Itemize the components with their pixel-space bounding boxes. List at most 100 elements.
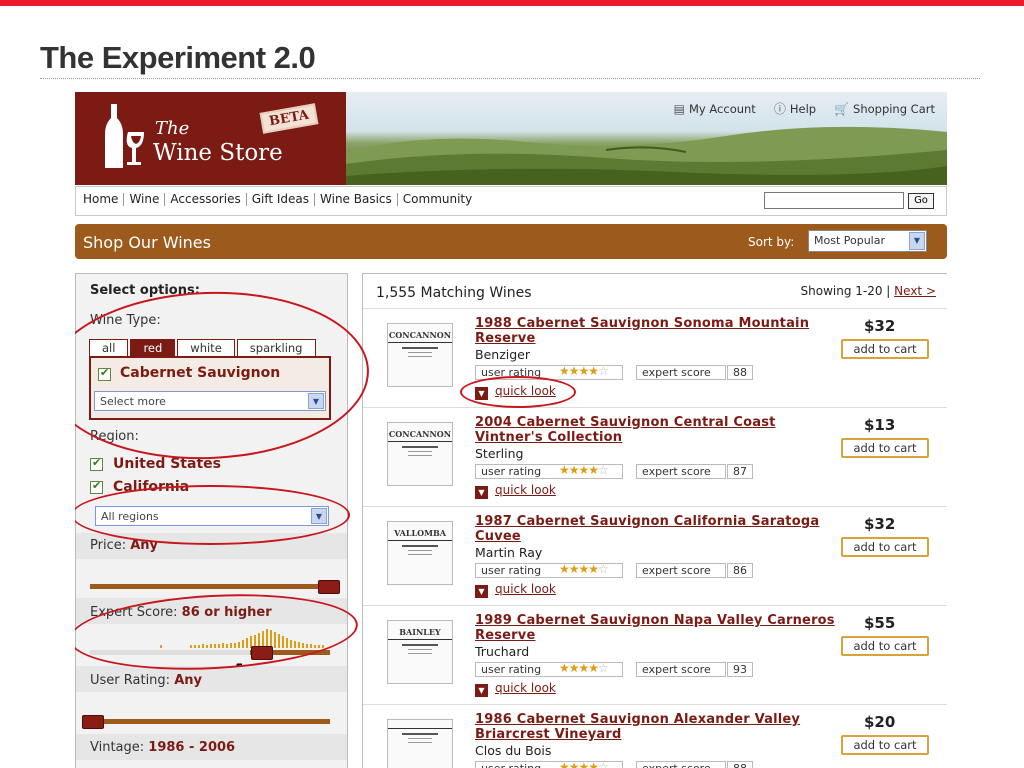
sort-label: Sort by: <box>748 235 795 249</box>
shop-title: Shop Our Wines <box>83 233 211 252</box>
wine-title-link[interactable]: 1989 Cabernet Sauvignon Napa Valley Carn… <box>475 613 845 643</box>
add-to-cart-button[interactable]: add to cart <box>841 537 929 557</box>
shopping-cart-link[interactable]: 🛒 Shopping Cart <box>834 100 935 117</box>
user-rating-box: user rating ★★★★☆ <box>475 463 623 479</box>
tab-all[interactable]: all <box>89 339 129 356</box>
wine-label-thumbnail[interactable]: CONCANNON <box>387 422 453 486</box>
results-paging: Showing 1-20 | Next > <box>801 284 937 298</box>
expert-score-value: 87 <box>727 464 753 479</box>
expert-score-value: 93 <box>727 662 753 677</box>
sidebar-heading: Select options: <box>90 283 200 298</box>
tab-white[interactable]: white <box>177 339 235 356</box>
chevron-down-icon[interactable]: ▼ <box>311 508 327 524</box>
united-states-checkbox[interactable] <box>90 456 103 471</box>
wine-title-link[interactable]: 1987 Cabernet Sauvignon California Sarat… <box>475 514 845 544</box>
wine-label-text <box>388 726 452 729</box>
cabernet-label: Cabernet Sauvignon <box>120 365 281 381</box>
help-link[interactable]: ⓘ Help <box>774 100 816 117</box>
go-button[interactable]: Go <box>908 193 934 209</box>
wine-label-thumbnail[interactable]: VALLOMBA <box>387 521 453 585</box>
wine-label-thumbnail[interactable]: CONCANNON <box>387 323 453 387</box>
wine-row: CONCANNON 2004 Cabernet Sauvignon Central… <box>363 407 947 507</box>
expert-score-box: expert score <box>636 365 726 380</box>
user-rating-filter-label: User Rating: Any <box>90 673 202 688</box>
sort-value: Most Popular <box>814 234 886 247</box>
wine-label-thumbnail[interactable]: BAINLEY <box>387 620 453 684</box>
select-more-dropdown[interactable]: Select more ▼ <box>94 391 326 411</box>
showing-text: Showing 1-20 | <box>800 284 891 298</box>
wine-title-link[interactable]: 2004 Cabernet Sauvignon Central Coast Vi… <box>475 415 845 445</box>
wine-label-text: CONCANNON <box>388 330 452 343</box>
chevron-down-icon[interactable]: ▼ <box>475 684 488 697</box>
expert-filter-label: Expert Score: 86 or higher <box>90 605 272 620</box>
user-rating-text: user rating <box>481 366 542 379</box>
user-rating-box: user rating ★★★★☆ <box>475 562 623 578</box>
search-input[interactable] <box>764 192 904 209</box>
user-rating-slider-track[interactable] <box>90 719 330 724</box>
nav-home[interactable]: Home <box>83 193 123 206</box>
chevron-down-icon[interactable]: ▼ <box>909 232 925 250</box>
user-rating-slider-handle[interactable] <box>82 715 104 729</box>
region-label: Region: <box>90 429 139 444</box>
add-to-cart-button[interactable]: add to cart <box>841 636 929 656</box>
california-label: California <box>113 479 190 495</box>
quick-look-link[interactable]: quick look <box>495 483 556 497</box>
logo[interactable]: The Wine Store BETA <box>75 92 346 185</box>
quick-look-link[interactable]: quick look <box>495 582 556 596</box>
next-page-link[interactable]: Next > <box>894 284 936 298</box>
expert-slider-handle[interactable] <box>251 646 273 660</box>
cabernet-checkbox[interactable] <box>98 366 111 381</box>
chevron-down-icon[interactable]: ▼ <box>475 585 488 598</box>
nav-wine-basics[interactable]: Wine Basics <box>314 193 397 206</box>
shop-bar: Shop Our Wines Sort by: Most Popular ▼ <box>75 224 947 259</box>
add-to-cart-button[interactable]: add to cart <box>841 735 929 755</box>
tab-red[interactable]: red <box>130 339 176 356</box>
filter-sidebar: Select options: Wine Type: all red white… <box>75 273 348 768</box>
nav-accessories[interactable]: Accessories <box>164 193 245 206</box>
california-checkbox[interactable] <box>90 479 103 494</box>
expert-score-text: expert score <box>642 762 711 768</box>
results-panel: 1,555 Matching Wines Showing 1-20 | Next… <box>362 273 947 768</box>
wine-title-link[interactable]: 1986 Cabernet Sauvignon Alexander Valley… <box>475 712 845 742</box>
wine-producer: Truchard <box>475 644 530 659</box>
sort-select[interactable]: Most Popular ▼ <box>808 230 927 252</box>
price-label: Price: <box>90 538 127 553</box>
price-slider-handle[interactable] <box>318 580 340 594</box>
price-slider-track[interactable] <box>90 584 330 589</box>
wine-producer: Sterling <box>475 446 524 461</box>
rating-stars-icon: ★★★★☆ <box>559 463 609 477</box>
user-rating-text: user rating <box>481 564 542 577</box>
expert-score-box: expert score <box>636 563 726 578</box>
region-select[interactable]: All regions ▼ <box>95 506 329 526</box>
tab-sparkling[interactable]: sparkling <box>236 339 316 356</box>
wine-price: $13 <box>864 416 896 434</box>
slide-divider <box>40 78 980 79</box>
wine-label-thumbnail[interactable] <box>387 719 453 768</box>
chevron-down-icon[interactable]: ▼ <box>475 387 488 400</box>
wine-producer: Martin Ray <box>475 545 543 560</box>
vintage-label: Vintage: <box>90 740 145 755</box>
quick-look-link[interactable]: quick look <box>495 681 556 695</box>
wine-type-tabs: all red white sparkling <box>89 339 316 356</box>
chevron-down-icon[interactable]: ▼ <box>308 393 324 409</box>
wine-row: 1986 Cabernet Sauvignon Alexander Valley… <box>363 704 947 768</box>
price-filter-label: Price: Any <box>90 538 158 553</box>
document-icon: ▤ <box>673 101 685 116</box>
add-to-cart-button[interactable]: add to cart <box>841 339 929 359</box>
expert-slider-track-left[interactable] <box>90 650 250 655</box>
nav-community[interactable]: Community <box>396 193 477 206</box>
wine-bottle-icon <box>105 104 144 168</box>
wine-price: $32 <box>864 515 896 533</box>
rating-stars-icon: ★★★★☆ <box>559 760 609 768</box>
quick-look-link[interactable]: quick look <box>495 384 556 398</box>
chevron-down-icon[interactable]: ▼ <box>475 486 488 499</box>
vintage-filter-label: Vintage: 1986 - 2006 <box>90 740 235 755</box>
nav-wine[interactable]: Wine <box>123 193 164 206</box>
wine-title-link[interactable]: 1988 Cabernet Sauvignon Sonoma Mountain … <box>475 316 845 346</box>
slide-title: The Experiment 2.0 <box>40 40 316 75</box>
nav-gift-ideas[interactable]: Gift Ideas <box>245 193 314 206</box>
add-to-cart-button[interactable]: add to cart <box>841 438 929 458</box>
my-account-link[interactable]: ▤ My Account <box>674 100 756 117</box>
expert-score-value: 88 <box>727 761 753 768</box>
shopping-cart-label: Shopping Cart <box>853 101 935 116</box>
